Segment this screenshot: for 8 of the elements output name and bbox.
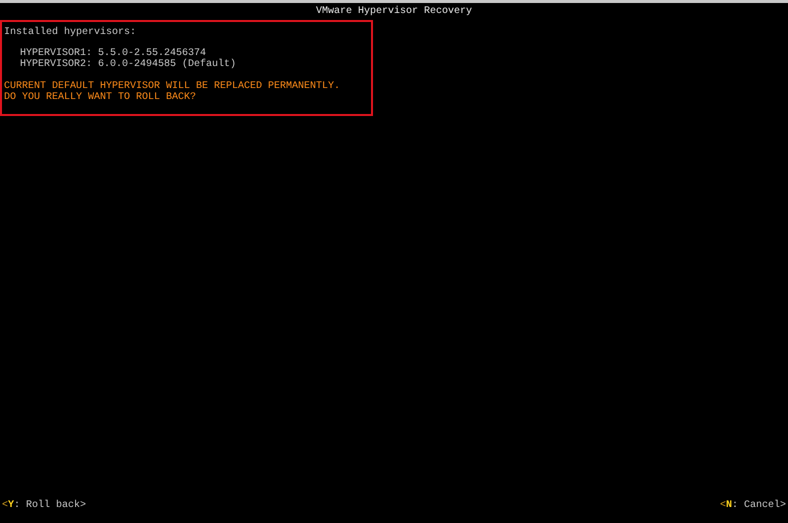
window-title: VMware Hypervisor Recovery <box>316 6 472 17</box>
key-action[interactable]: <Y: Roll back> <box>2 500 86 511</box>
section-heading: Installed hypervisors: <box>4 27 136 38</box>
hypervisor-entry: HYPERVISOR1: 5.5.0-2.55.2456374 <box>20 48 206 59</box>
warning-text: DO YOU REALLY WANT TO ROLL BACK? <box>4 92 196 103</box>
key-action[interactable]: <N: Cancel> <box>720 500 786 511</box>
hypervisor-entry: HYPERVISOR2: 6.0.0-2494585 (Default) <box>20 59 236 70</box>
warning-text: CURRENT DEFAULT HYPERVISOR WILL BE REPLACED PERMANENTLY. <box>4 81 340 92</box>
